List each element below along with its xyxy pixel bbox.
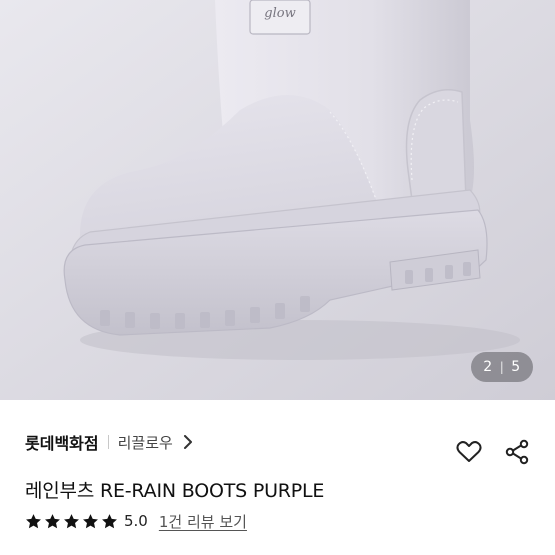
star-icon (101, 513, 118, 530)
image-counter-current: 2 (483, 359, 493, 375)
product-image: glow (0, 0, 555, 400)
rating-stars (25, 513, 118, 530)
star-icon (25, 513, 42, 530)
product-info: 롯데백화점 리끌로우 레인부츠 RE-RAIN BOOTS PURPLE 5.0… (0, 400, 555, 555)
product-title: 레인부츠 RE-RAIN BOOTS PURPLE (25, 480, 325, 502)
image-counter-total: 5 (511, 359, 521, 375)
store-name[interactable]: 롯데백화점 (25, 430, 99, 454)
star-icon (82, 513, 99, 530)
star-icon (44, 513, 61, 530)
seller-divider (107, 435, 109, 449)
rating-score: 5.0 (124, 512, 148, 530)
image-counter: 2 | 5 (471, 352, 533, 382)
heart-outline-icon[interactable] (455, 438, 483, 466)
rating-row: 5.0 1건 리뷰 보기 (25, 510, 247, 532)
image-counter-separator: | (499, 360, 505, 374)
product-actions (455, 438, 531, 466)
product-image-gallery[interactable]: glow 2 | 5 (0, 0, 555, 400)
boot-logo-text: glow (264, 6, 295, 21)
chevron-right-icon[interactable] (183, 435, 193, 449)
review-link[interactable]: 1건 리뷰 보기 (159, 511, 247, 532)
seller-row[interactable]: 롯데백화점 리끌로우 (25, 430, 193, 454)
star-icon (63, 513, 80, 530)
share-icon[interactable] (503, 438, 531, 466)
brand-name[interactable]: 리끌로우 (118, 432, 173, 453)
